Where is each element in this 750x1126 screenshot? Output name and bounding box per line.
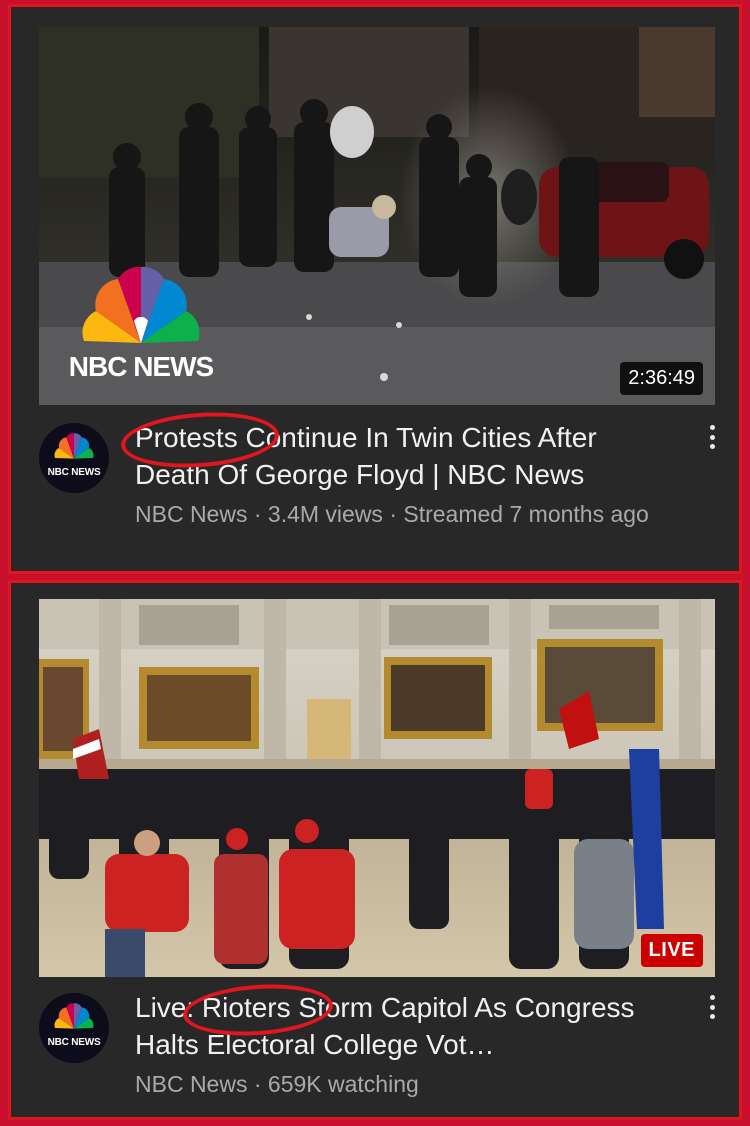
nbc-news-wordmark: NBC NEWS	[68, 351, 214, 382]
video-meta: NBC NEWS Live: Rioters Storm Capitol As …	[39, 979, 723, 1117]
live-badge: LIVE	[640, 934, 703, 967]
video-card-1[interactable]: NBC NEWS 2:36:49 NBC NEWS Protests Conti…	[8, 4, 742, 574]
duration-badge: 2:36:49	[620, 362, 703, 395]
avatar-label: NBC NEWS	[47, 467, 101, 478]
kebab-menu-icon[interactable]	[701, 991, 723, 1023]
nbc-peacock-icon	[82, 266, 200, 343]
kebab-menu-icon[interactable]	[701, 421, 723, 453]
capitol-rotunda-scene-image	[39, 599, 715, 977]
channel-avatar[interactable]: NBC NEWS	[39, 423, 109, 493]
video-thumbnail[interactable]: LIVE	[39, 599, 715, 977]
video-subline: NBC News · 659K watching	[135, 1071, 419, 1097]
channel-avatar[interactable]: NBC NEWS	[39, 993, 109, 1063]
video-meta: NBC NEWS Protests Continue In Twin Citie…	[39, 407, 723, 565]
nbc-peacock-icon	[54, 1003, 94, 1029]
nbc-peacock-icon	[54, 433, 94, 459]
video-thumbnail[interactable]: NBC NEWS 2:36:49	[39, 27, 715, 405]
avatar-label: NBC NEWS	[47, 1037, 101, 1048]
nbc-news-watermark: NBC NEWS	[61, 263, 221, 393]
video-card-2[interactable]: LIVE NBC NEWS Live: Rioters Storm Capito…	[8, 580, 742, 1120]
video-subline: NBC News · 3.4M views · Streamed 7 month…	[135, 501, 649, 527]
